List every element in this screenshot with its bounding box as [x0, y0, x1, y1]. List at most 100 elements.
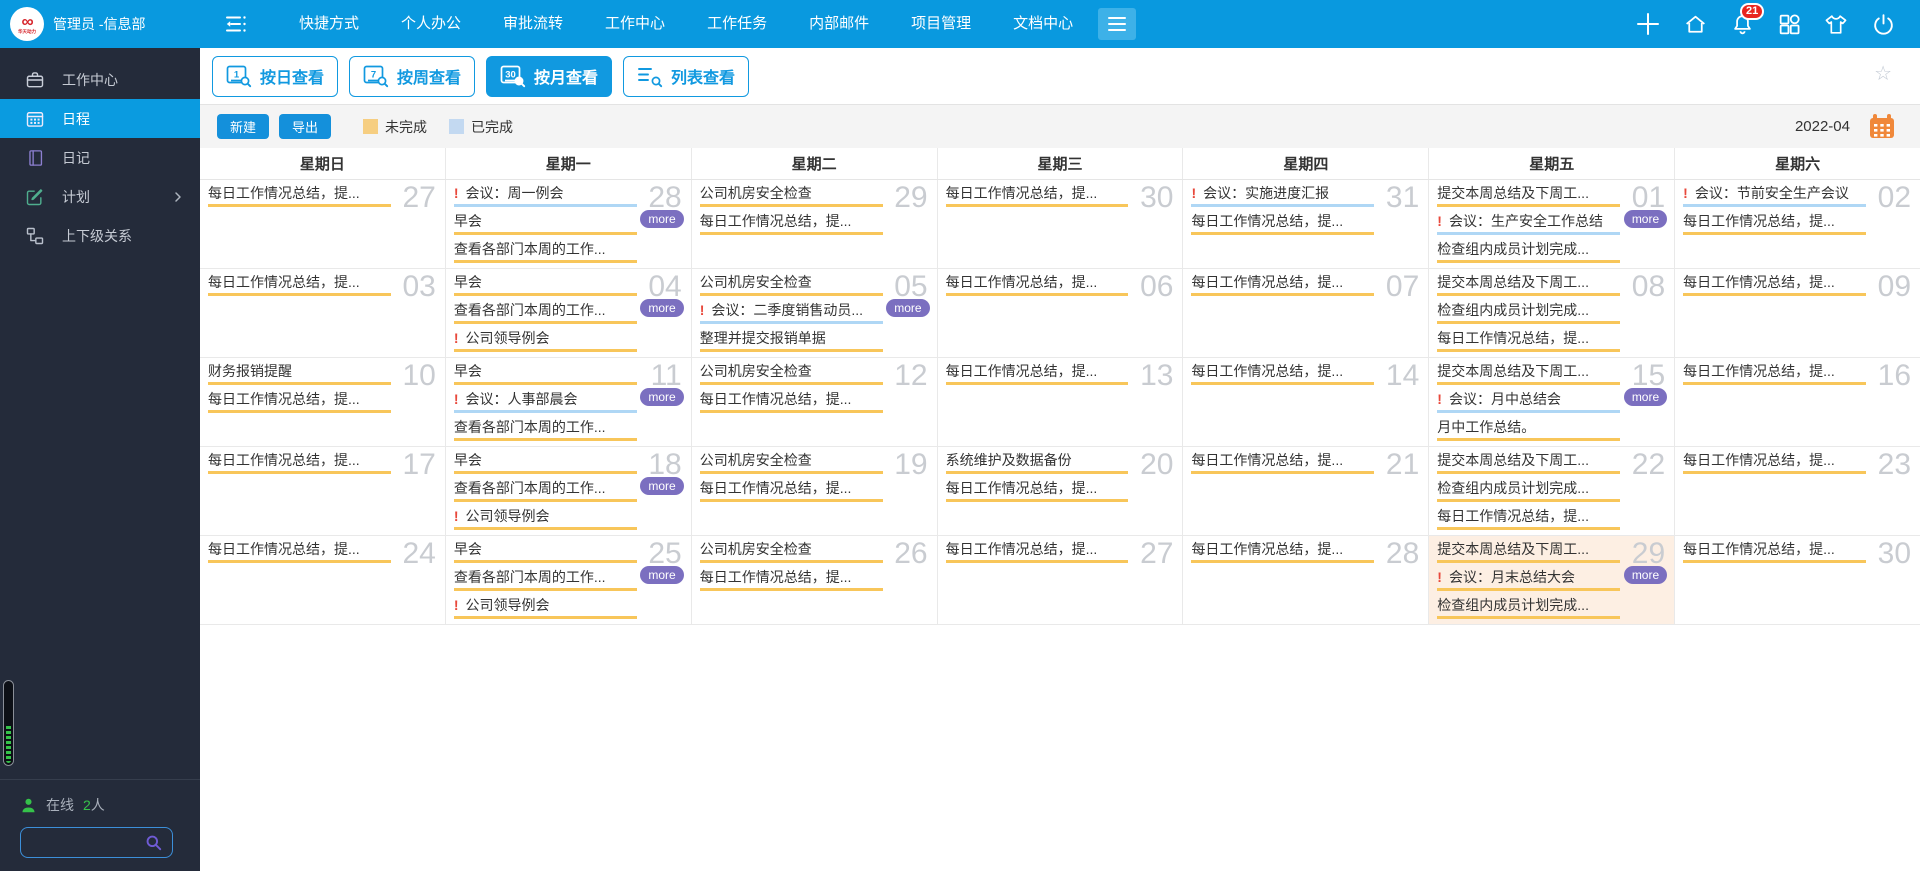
day-cell-28[interactable]: 28 ! 会议：周一例会 早会 查看各部门本周的工作... more [446, 180, 692, 268]
more-button[interactable]: more [1623, 388, 1668, 406]
calendar-event[interactable]: 月中工作总结。 [1437, 419, 1621, 441]
calendar-event[interactable]: 检查组内成员计划完成... [1437, 597, 1621, 619]
top-menu-item[interactable]: 个人办公 [380, 0, 482, 48]
view-button-按周查看[interactable]: 7 按周查看 [349, 55, 476, 97]
sidebar-item-计划[interactable]: 计划 [0, 177, 200, 216]
day-cell-29[interactable]: 29 提交本周总结及下周工...! 会议：月末总结大会 检查组内成员计划完成... … [1429, 536, 1676, 624]
calendar-event[interactable]: 每日工作情况总结，提... [699, 569, 883, 591]
calendar-event[interactable]: 每日工作情况总结，提... [1683, 363, 1867, 385]
calendar-event[interactable]: 每日工作情况总结，提... [699, 391, 883, 413]
theme-icon[interactable] [1823, 11, 1849, 37]
day-cell-26[interactable]: 26 公司机房安全检查 每日工作情况总结，提... [692, 536, 938, 624]
calendar-event[interactable]: 检查组内成员计划完成... [1437, 302, 1621, 324]
day-cell-12[interactable]: 12 公司机房安全检查 每日工作情况总结，提... [692, 358, 938, 446]
day-cell-30[interactable]: 30 每日工作情况总结，提... [938, 180, 1184, 268]
more-button[interactable]: more [640, 566, 684, 584]
top-menu-item[interactable]: 工作任务 [686, 0, 788, 48]
calendar-event[interactable]: 每日工作情况总结，提... [945, 185, 1129, 207]
power-icon[interactable] [1870, 11, 1896, 37]
top-menu-item[interactable]: 工作中心 [584, 0, 686, 48]
calendar-event[interactable]: ! 公司领导例会 [453, 508, 637, 530]
usage-gauge[interactable] [3, 680, 14, 766]
day-cell-28[interactable]: 28 每日工作情况总结，提... [1183, 536, 1430, 624]
calendar-event[interactable]: 提交本周总结及下周工... [1437, 541, 1621, 563]
day-cell-14[interactable]: 14 每日工作情况总结，提... [1183, 358, 1430, 446]
calendar-event[interactable]: 查看各部门本周的工作... [453, 569, 637, 591]
collapse-menu-icon[interactable] [224, 12, 248, 36]
calendar-event[interactable]: 检查组内成员计划完成... [1437, 241, 1621, 263]
calendar-event[interactable]: 查看各部门本周的工作... [453, 419, 637, 441]
more-button[interactable]: more [1623, 566, 1668, 584]
apps-icon[interactable] [1776, 11, 1802, 37]
day-cell-27[interactable]: 27 每日工作情况总结，提... [200, 180, 446, 268]
day-cell-17[interactable]: 17 每日工作情况总结，提... [200, 447, 446, 535]
calendar-event[interactable]: 每日工作情况总结，提... [1683, 213, 1867, 235]
calendar-event[interactable]: ! 会议：节前安全生产会议 [1683, 185, 1867, 207]
day-cell-01[interactable]: 01 提交本周总结及下周工...! 会议：生产安全工作总结 检查组内成员计划完成..… [1429, 180, 1676, 268]
home-icon[interactable] [1682, 11, 1708, 37]
calendar-event[interactable]: 每日工作情况总结，提... [1191, 363, 1375, 385]
calendar-event[interactable]: 每日工作情况总结，提... [1191, 274, 1375, 296]
day-cell-07[interactable]: 07 每日工作情况总结，提... [1183, 269, 1430, 357]
calendar-event[interactable]: 每日工作情况总结，提... [208, 274, 391, 296]
calendar-event[interactable]: 公司机房安全检查 [699, 185, 883, 207]
export-button[interactable]: 导出 [279, 114, 332, 139]
day-cell-13[interactable]: 13 每日工作情况总结，提... [938, 358, 1184, 446]
calendar-event[interactable]: 公司机房安全检查 [699, 274, 883, 296]
sidebar-item-上下级关系[interactable]: 上下级关系 [0, 216, 200, 255]
calendar-event[interactable]: 提交本周总结及下周工... [1437, 185, 1621, 207]
day-cell-20[interactable]: 20 系统维护及数据备份 每日工作情况总结，提... [938, 447, 1184, 535]
calendar-event[interactable]: 每日工作情况总结，提... [945, 480, 1129, 502]
calendar-event[interactable]: 每日工作情况总结，提... [945, 274, 1129, 296]
calendar-event[interactable]: 查看各部门本周的工作... [453, 480, 637, 502]
calendar-event[interactable]: 每日工作情况总结，提... [1437, 330, 1621, 352]
plus-icon[interactable] [1635, 11, 1661, 37]
calendar-event[interactable]: 提交本周总结及下周工... [1437, 363, 1621, 385]
day-cell-31[interactable]: 31 ! 会议：实施进度汇报 每日工作情况总结，提... [1183, 180, 1430, 268]
calendar-event[interactable]: 每日工作情况总结，提... [1683, 452, 1867, 474]
day-cell-06[interactable]: 06 每日工作情况总结，提... [938, 269, 1184, 357]
day-cell-22[interactable]: 22 提交本周总结及下周工... 检查组内成员计划完成... 每日工作情况总结，提.… [1429, 447, 1676, 535]
day-cell-05[interactable]: 05 公司机房安全检查! 会议：二季度销售动员... 整理并提交报销单据 more [692, 269, 938, 357]
more-button[interactable]: more [640, 210, 684, 228]
day-cell-30[interactable]: 30 每日工作情况总结，提... [1675, 536, 1920, 624]
view-button-按月查看[interactable]: 30 按月查看 [486, 55, 613, 97]
top-menu-item[interactable]: 审批流转 [482, 0, 584, 48]
calendar-event[interactable]: 整理并提交报销单据 [699, 330, 883, 352]
day-cell-16[interactable]: 16 每日工作情况总结，提... [1675, 358, 1920, 446]
calendar-event[interactable]: 每日工作情况总结，提... [1191, 541, 1375, 563]
calendar-event[interactable]: 公司机房安全检查 [699, 363, 883, 385]
more-button[interactable]: more [640, 477, 684, 495]
calendar-event[interactable]: ! 公司领导例会 [453, 330, 637, 352]
calendar-event[interactable]: ! 会议：生产安全工作总结 [1437, 213, 1621, 235]
calendar-event[interactable]: ! 会议：二季度销售动员... [699, 302, 883, 324]
calendar-event[interactable]: 每日工作情况总结，提... [1437, 508, 1621, 530]
day-cell-23[interactable]: 23 每日工作情况总结，提... [1675, 447, 1920, 535]
calendar-event[interactable]: 每日工作情况总结，提... [208, 391, 391, 413]
calendar-event[interactable]: 系统维护及数据备份 [945, 452, 1129, 474]
day-cell-04[interactable]: 04 早会 查看各部门本周的工作...! 公司领导例会 more [446, 269, 692, 357]
calendar-event[interactable]: 每日工作情况总结，提... [1683, 541, 1867, 563]
day-cell-25[interactable]: 25 早会 查看各部门本周的工作...! 公司领导例会 more [446, 536, 692, 624]
calendar-event[interactable]: 财务报销提醒 [208, 363, 391, 385]
search-input[interactable] [30, 834, 144, 851]
calendar-event[interactable]: 每日工作情况总结，提... [699, 213, 883, 235]
top-menu-item[interactable]: 内部邮件 [788, 0, 890, 48]
day-cell-21[interactable]: 21 每日工作情况总结，提... [1183, 447, 1430, 535]
search-icon[interactable] [144, 833, 163, 852]
calendar-event[interactable]: 早会 [453, 274, 637, 296]
calendar-picker-icon[interactable] [1868, 113, 1896, 140]
view-button-列表查看[interactable]: 列表查看 [623, 55, 750, 97]
calendar-event[interactable]: 检查组内成员计划完成... [1437, 480, 1621, 502]
calendar-event[interactable]: 每日工作情况总结，提... [1683, 274, 1867, 296]
day-cell-08[interactable]: 08 提交本周总结及下周工... 检查组内成员计划完成... 每日工作情况总结，提.… [1429, 269, 1676, 357]
calendar-event[interactable]: 公司机房安全检查 [699, 452, 883, 474]
calendar-event[interactable]: ! 会议：实施进度汇报 [1191, 185, 1375, 207]
bell-icon[interactable]: 21 [1729, 3, 1765, 37]
top-menu-item[interactable]: 快捷方式 [278, 0, 380, 48]
calendar-event[interactable]: 早会 [453, 541, 637, 563]
day-cell-18[interactable]: 18 早会 查看各部门本周的工作...! 公司领导例会 more [446, 447, 692, 535]
calendar-event[interactable]: ! 会议：人事部晨会 [453, 391, 637, 413]
calendar-event[interactable]: 提交本周总结及下周工... [1437, 274, 1621, 296]
day-cell-09[interactable]: 09 每日工作情况总结，提... [1675, 269, 1920, 357]
